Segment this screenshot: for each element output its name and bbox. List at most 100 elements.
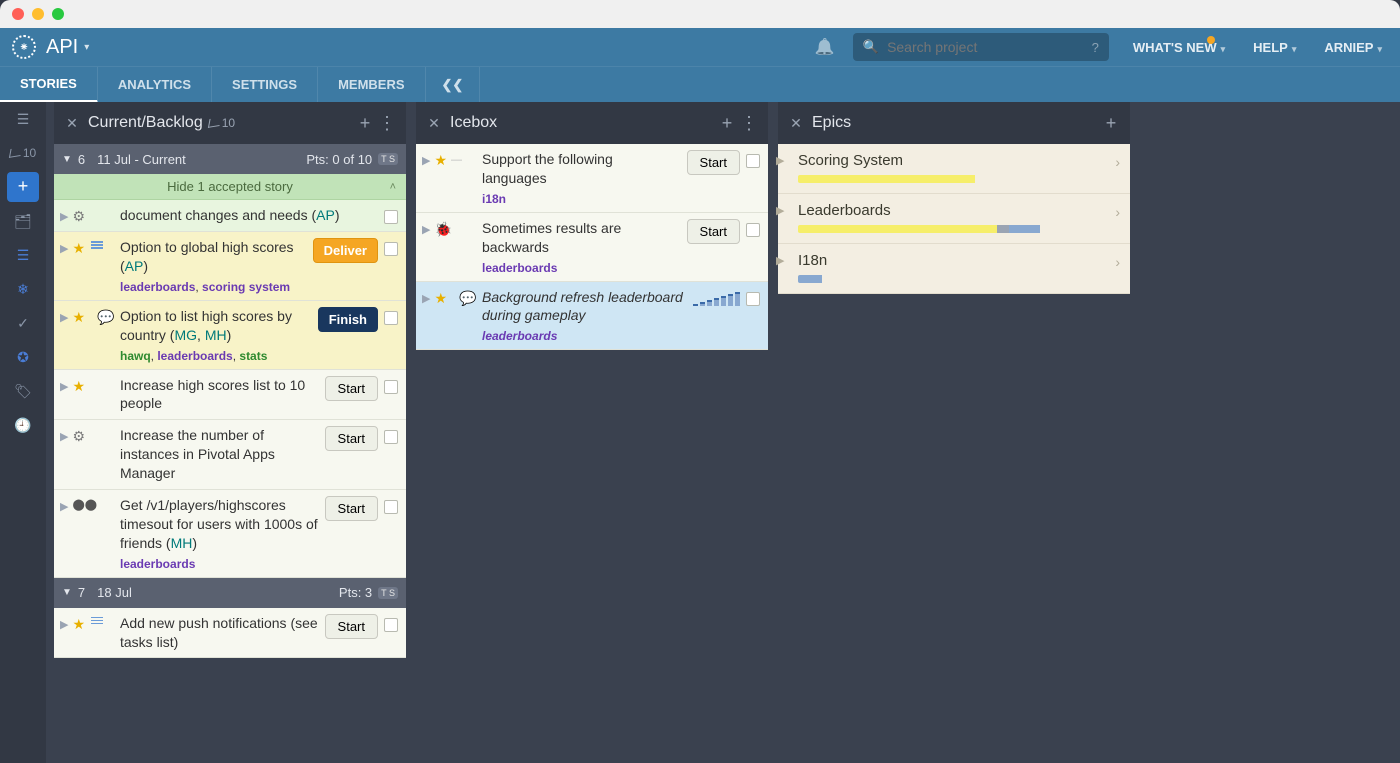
search-input[interactable]	[887, 39, 1092, 55]
accepted-banner[interactable]: Hide 1 accepted story ˄	[54, 174, 406, 200]
chevron-right-icon[interactable]: ›	[1115, 254, 1120, 270]
project-title[interactable]: API	[46, 36, 78, 59]
close-panel-icon[interactable]: ✕	[424, 115, 444, 132]
start-button[interactable]: Start	[687, 219, 740, 244]
expand-icon[interactable]: ▶	[422, 154, 430, 167]
story-row[interactable]: ▶ ★ 💬 Background refresh leaderboard dur…	[416, 282, 768, 351]
expand-icon[interactable]: ▶	[60, 618, 68, 631]
rail-labels-icon[interactable]: 🏷	[0, 374, 46, 408]
story-labels[interactable]: i18n	[482, 192, 681, 206]
user-menu[interactable]: ARNIEP▾	[1324, 40, 1382, 55]
rail-list-icon[interactable]: ☰	[0, 238, 46, 272]
expand-icon[interactable]: ▶	[776, 154, 784, 167]
notifications-icon[interactable]	[815, 37, 835, 57]
story-row[interactable]: ▶ ★ Option to global high scores (AP) le…	[54, 232, 406, 301]
panel-menu-icon[interactable]: ⋮	[376, 113, 398, 134]
chevron-right-icon[interactable]: ›	[1115, 154, 1120, 170]
story-labels[interactable]: hawq, leaderboards, stats	[120, 349, 312, 363]
tab-stories[interactable]: STORIES	[0, 67, 98, 103]
expand-icon[interactable]: ▶	[60, 311, 68, 324]
select-checkbox[interactable]	[384, 380, 398, 394]
project-dropdown-icon[interactable]: ▾	[84, 42, 89, 53]
select-checkbox[interactable]	[746, 223, 760, 237]
epic-row[interactable]: ▶ Leaderboards ›	[778, 194, 1130, 244]
add-story-icon[interactable]: +	[716, 113, 738, 134]
rail-icebox-icon[interactable]: ❄	[0, 272, 46, 306]
start-button[interactable]: Start	[687, 150, 740, 175]
expand-icon[interactable]: ▶	[60, 380, 68, 393]
expand-icon[interactable]: ▶	[422, 223, 430, 236]
story-labels[interactable]: leaderboards	[482, 261, 681, 275]
finish-button[interactable]: Finish	[318, 307, 378, 332]
iteration-collapse-icon[interactable]: ▼	[62, 154, 72, 165]
start-button[interactable]: Start	[325, 426, 378, 451]
rail-history-icon[interactable]: 🕘	[0, 408, 46, 442]
story-row[interactable]: ▶ ⬤⬤ Get /v1/players/highscores timesout…	[54, 490, 406, 578]
story-labels[interactable]: leaderboards	[120, 557, 319, 571]
rail-epics-icon[interactable]: ✪	[0, 340, 46, 374]
story-row[interactable]: ▶ ★ 💬 Option to list high scores by coun…	[54, 301, 406, 370]
select-checkbox[interactable]	[384, 242, 398, 256]
story-row[interactable]: ▶ 🐞 Sometimes results are backwards lead…	[416, 213, 768, 282]
estimate-picker[interactable]	[693, 292, 740, 306]
tab-settings[interactable]: SETTINGS	[212, 67, 318, 103]
panel-velocity[interactable]: 10	[209, 116, 235, 130]
tab-analytics[interactable]: ANALYTICS	[98, 67, 212, 103]
iteration-header[interactable]: ▼ 6 11 Jul - Current Pts: 0 of 10 T S	[54, 144, 406, 174]
comment-icon[interactable]: 💬	[459, 290, 476, 307]
expand-icon[interactable]: ▶	[60, 430, 68, 443]
story-labels[interactable]: leaderboards, scoring system	[120, 280, 307, 294]
start-button[interactable]: Start	[325, 614, 378, 639]
story-labels[interactable]: leaderboards	[482, 329, 687, 343]
close-window-icon[interactable]	[12, 8, 24, 20]
select-checkbox[interactable]	[746, 292, 760, 306]
whats-new-link[interactable]: WHAT'S NEW▾	[1133, 40, 1225, 55]
close-panel-icon[interactable]: ✕	[786, 115, 806, 132]
maximize-window-icon[interactable]	[52, 8, 64, 20]
select-checkbox[interactable]	[384, 430, 398, 444]
iteration-header[interactable]: ▼ 7 18 Jul Pts: 3 T S	[54, 578, 406, 608]
add-story-icon[interactable]: +	[354, 113, 376, 134]
deliver-button[interactable]: Deliver	[313, 238, 378, 263]
collapse-tabs[interactable]: ❮❮	[426, 67, 481, 103]
select-checkbox[interactable]	[384, 618, 398, 632]
chevron-right-icon[interactable]: ›	[1115, 204, 1120, 220]
start-button[interactable]: Start	[325, 376, 378, 401]
epic-row[interactable]: ▶ Scoring System ›	[778, 144, 1130, 194]
epic-row[interactable]: ▶ I18n ›	[778, 244, 1130, 294]
search-help-icon[interactable]: ?	[1092, 40, 1099, 55]
search-box[interactable]: 🔍 ?	[853, 33, 1109, 61]
select-checkbox[interactable]	[746, 154, 760, 168]
app-logo-icon[interactable]	[12, 35, 36, 59]
expand-icon[interactable]: ▶	[60, 242, 68, 255]
story-row[interactable]: ▶ ★ Increase high scores list to 10 peop…	[54, 370, 406, 421]
rail-add-button[interactable]: +	[0, 170, 46, 204]
story-row[interactable]: ▶ ⚙ document changes and needs (AP)	[54, 200, 406, 232]
minimize-window-icon[interactable]	[32, 8, 44, 20]
start-button[interactable]: Start	[325, 496, 378, 521]
select-checkbox[interactable]	[384, 311, 398, 325]
iteration-collapse-icon[interactable]: ▼	[62, 587, 72, 598]
select-checkbox[interactable]	[384, 500, 398, 514]
rail-velocity[interactable]: 10	[0, 136, 46, 170]
add-epic-icon[interactable]: +	[1100, 113, 1122, 134]
select-checkbox[interactable]	[384, 210, 398, 224]
iteration-type-badge[interactable]: T S	[378, 587, 398, 599]
expand-icon[interactable]: ▶	[776, 204, 784, 217]
rail-menu-icon[interactable]: ☰	[0, 102, 46, 136]
story-row[interactable]: ▶ ★ — Support the following languages i1…	[416, 144, 768, 213]
tab-members[interactable]: MEMBERS	[318, 67, 425, 103]
panel-menu-icon[interactable]: ⋮	[738, 113, 760, 134]
help-link[interactable]: HELP▾	[1253, 40, 1296, 55]
close-panel-icon[interactable]: ✕	[62, 115, 82, 132]
expand-icon[interactable]: ▶	[776, 254, 784, 267]
rail-mywork-icon[interactable]: 🗂	[0, 204, 46, 238]
expand-icon[interactable]: ▶	[422, 292, 430, 305]
comment-icon[interactable]: 💬	[97, 309, 114, 326]
expand-icon[interactable]: ▶	[60, 210, 68, 223]
rail-done-icon[interactable]: ✓	[0, 306, 46, 340]
story-row[interactable]: ▶ ★ Add new push notifications (see task…	[54, 608, 406, 659]
iteration-type-badge[interactable]: T S	[378, 153, 398, 165]
story-row[interactable]: ▶ ⚙ Increase the number of instances in …	[54, 420, 406, 490]
expand-icon[interactable]: ▶	[60, 500, 68, 513]
